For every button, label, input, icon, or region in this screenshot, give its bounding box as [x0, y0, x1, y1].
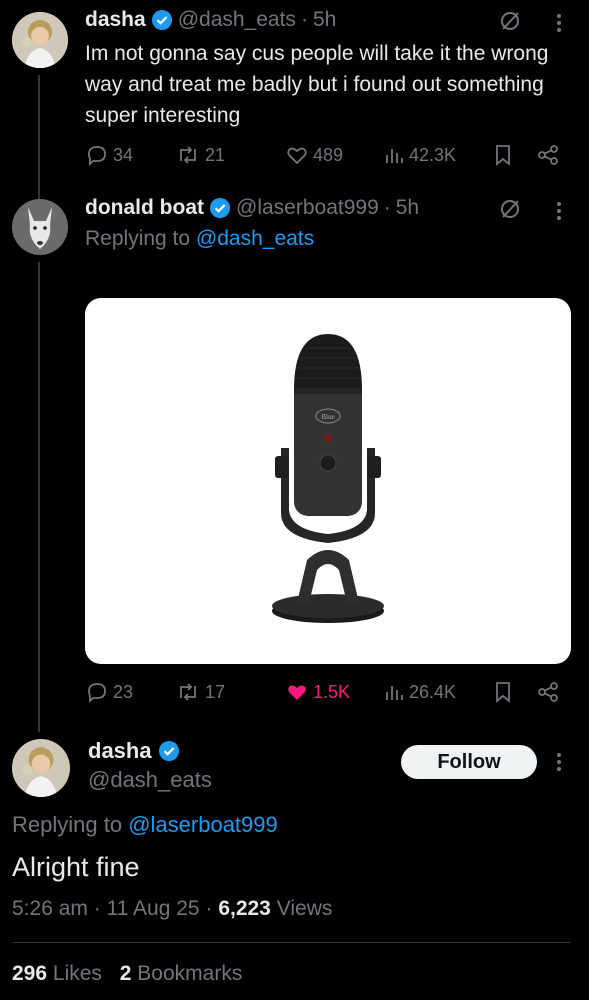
- like-count: 1.5K: [313, 681, 351, 702]
- follow-button[interactable]: Follow: [401, 745, 537, 779]
- display-name[interactable]: dasha: [85, 8, 146, 32]
- verified-badge-icon: [210, 198, 230, 218]
- like-count: 489: [313, 144, 344, 165]
- reply-icon: [88, 683, 106, 704]
- repost-button[interactable]: 17: [175, 680, 285, 704]
- views-icon: [386, 149, 403, 163]
- mic-logo-text: Blue: [321, 413, 334, 421]
- likes-total: 296: [12, 962, 48, 985]
- handle[interactable]: @dash_eats: [178, 8, 296, 32]
- reply-count: 23: [113, 681, 134, 702]
- display-name[interactable]: dasha: [88, 738, 152, 764]
- handle[interactable]: @laserboat999: [236, 196, 379, 220]
- repost-button[interactable]: 21: [175, 143, 285, 167]
- replying-to: Replying to @laserboat999: [12, 812, 278, 838]
- verified-badge-icon: [151, 10, 172, 30]
- timestamp[interactable]: 5h: [396, 196, 419, 220]
- verified-badge-icon: [158, 741, 179, 761]
- like-icon: [287, 147, 307, 165]
- repost-icon: [180, 683, 196, 701]
- timestamp[interactable]: 5h: [313, 8, 336, 32]
- replying-handle-link[interactable]: @dash_eats: [196, 227, 314, 250]
- post-time[interactable]: 5:26 am: [12, 897, 88, 920]
- replying-label: Replying to: [12, 812, 123, 837]
- replying-to: Replying to @dash_eats: [85, 227, 314, 251]
- tweet-header: donald boat @laserboat999 · 5h: [85, 196, 419, 220]
- tweet-actions: 23 17 1.5K 26.4K: [85, 680, 569, 704]
- bookmark-icon[interactable]: [492, 680, 514, 704]
- replying-handle-link[interactable]: @laserboat999: [128, 812, 278, 837]
- replying-label: Replying to: [85, 227, 191, 250]
- tweet-actions: 34 21 489 42.3K: [85, 143, 569, 167]
- bookmarks-stat[interactable]: 2 Bookmarks: [120, 962, 243, 985]
- separator-dot: ·: [300, 8, 308, 31]
- share-icon[interactable]: [536, 143, 560, 167]
- thread-connector: [38, 75, 40, 200]
- tweet-media-image[interactable]: Blue: [85, 298, 571, 664]
- reply-button[interactable]: 23: [85, 680, 175, 704]
- views-count: 26.4K: [409, 681, 457, 702]
- views-button[interactable]: 26.4K: [383, 681, 488, 703]
- tweet-header: dasha @dash_eats · 5h: [85, 8, 336, 32]
- more-icon[interactable]: [553, 12, 565, 34]
- bookmarks-label: Bookmarks: [137, 962, 243, 985]
- post-date[interactable]: 11 Aug 25: [107, 897, 200, 920]
- repost-icon: [180, 146, 196, 164]
- tweet-text: Alright fine: [12, 852, 140, 882]
- avatar[interactable]: [12, 739, 70, 797]
- tweet-text: Im not gonna say cus people will take it…: [85, 42, 549, 127]
- handle[interactable]: @dash_eats: [88, 767, 212, 793]
- thread-connector: [38, 262, 40, 732]
- more-icon[interactable]: [553, 751, 565, 773]
- grok-icon[interactable]: [499, 10, 521, 32]
- views-total: 6,223: [218, 897, 271, 920]
- reply-icon: [88, 146, 106, 167]
- likes-label: Likes: [52, 962, 102, 985]
- views-count: 42.3K: [409, 144, 457, 165]
- views-button[interactable]: 42.3K: [383, 144, 488, 166]
- bookmarks-total: 2: [119, 962, 132, 985]
- avatar[interactable]: [12, 12, 68, 68]
- reply-button[interactable]: 34: [85, 143, 175, 167]
- views-icon: [386, 686, 403, 700]
- more-icon[interactable]: [553, 200, 565, 222]
- display-name[interactable]: donald boat: [85, 196, 204, 220]
- author-name-row: dasha: [88, 738, 180, 764]
- reply-count: 34: [113, 144, 134, 165]
- repost-count: 17: [205, 681, 226, 702]
- share-icon[interactable]: [536, 680, 560, 704]
- separator-dot: ·: [383, 196, 391, 219]
- engagement-stats: 296 Likes 2 Bookmarks: [12, 962, 242, 986]
- bookmark-icon[interactable]: [492, 143, 514, 167]
- tweet-meta: 5:26 am · 11 Aug 25 · 6,223 Views: [12, 897, 333, 920]
- grok-icon[interactable]: [499, 198, 521, 220]
- likes-stat[interactable]: 296 Likes: [12, 962, 108, 985]
- repost-count: 21: [205, 144, 226, 165]
- avatar[interactable]: [12, 199, 68, 255]
- like-button[interactable]: 489: [285, 143, 383, 167]
- like-button[interactable]: 1.5K: [285, 680, 383, 704]
- views-label: Views: [276, 897, 333, 920]
- like-icon: [288, 685, 306, 700]
- divider: [12, 942, 571, 943]
